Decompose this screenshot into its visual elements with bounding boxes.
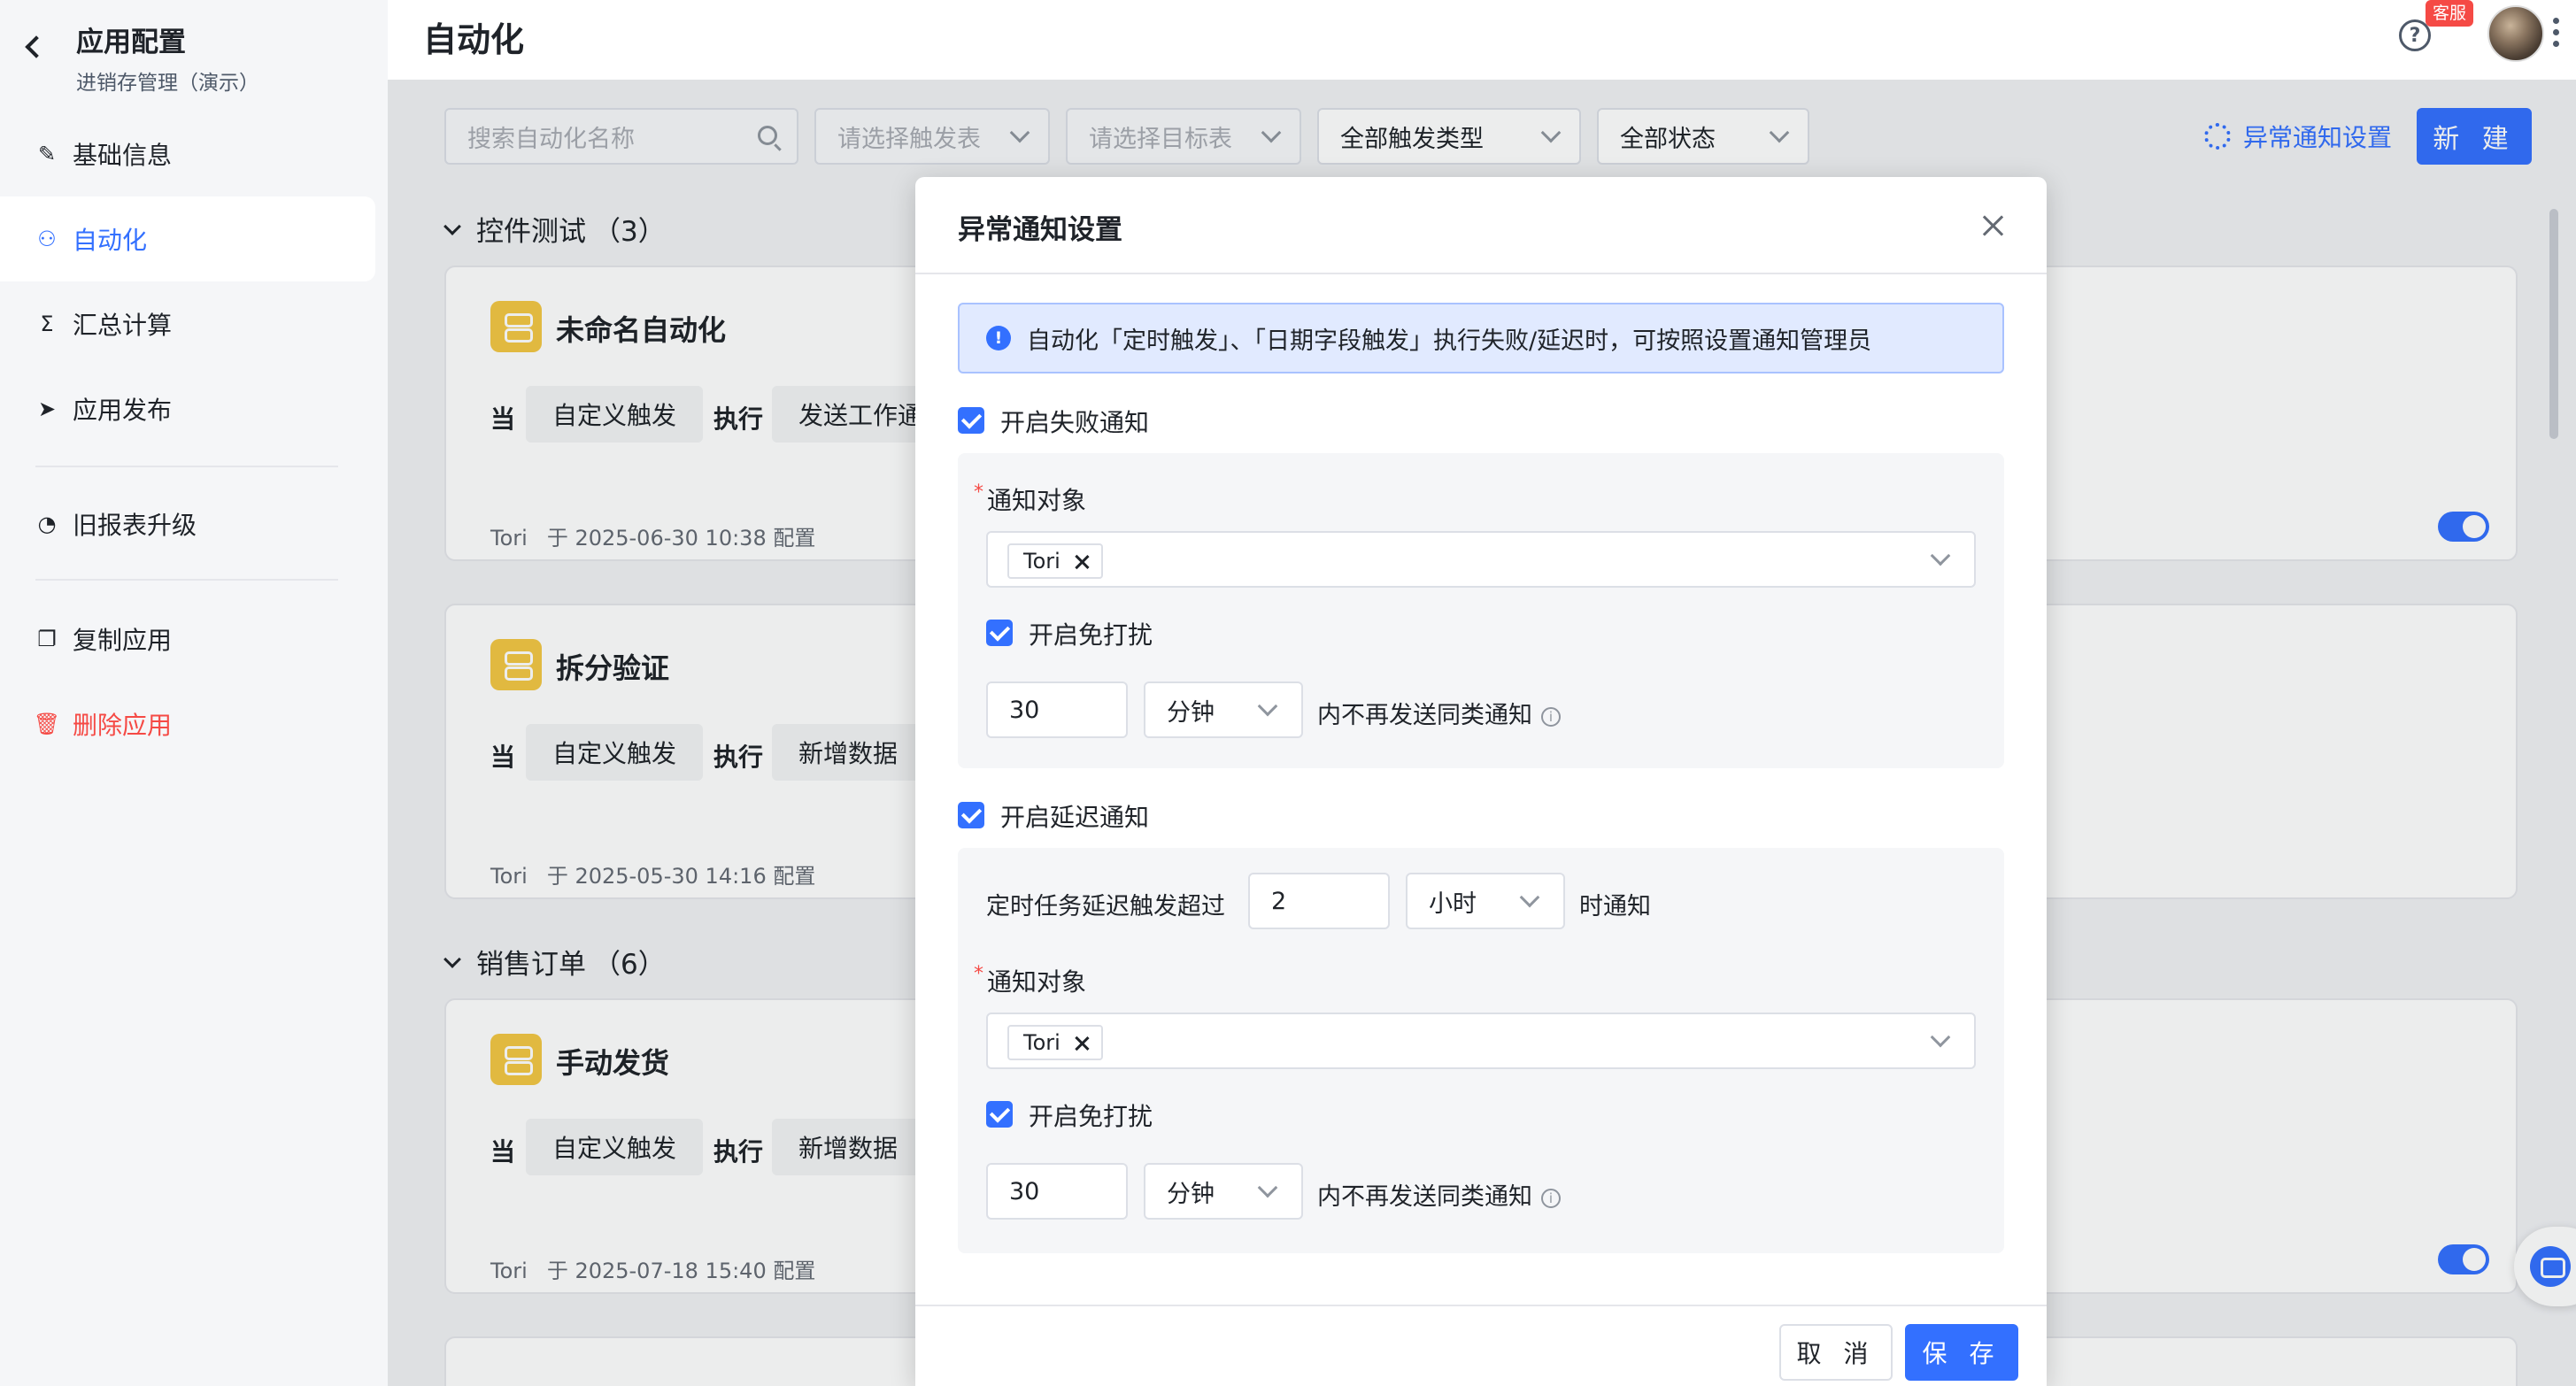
- trash-icon: 🗑: [33, 712, 61, 736]
- sidebar-item-label: 旧报表升级: [73, 511, 197, 540]
- failure-notify-panel: * 通知对象 Tori 开启免打扰 30 分钟 内不再发送同类通知 i: [958, 453, 2004, 768]
- more-vertical-icon[interactable]: [2553, 14, 2562, 58]
- tag-text: Tori: [1023, 1030, 1060, 1055]
- delay-dnd-label: 开启免打扰: [1029, 1102, 1153, 1131]
- chevron-down-icon: [1519, 887, 1540, 908]
- edit-icon: ✎: [37, 142, 57, 166]
- sidebar-item-label: 删除应用: [73, 711, 173, 740]
- back-arrow-icon[interactable]: [19, 27, 44, 62]
- info-icon: !: [986, 326, 1011, 350]
- delay-threshold-unit-select[interactable]: 小时: [1406, 873, 1565, 929]
- tag-text: Tori: [1023, 549, 1060, 574]
- alert-text: 自动化「定时触发」、「日期字段触发」执行失败/延迟时，可按照设置通知管理员: [1027, 327, 1872, 355]
- failure-dnd-label: 开启免打扰: [1029, 620, 1153, 650]
- delay-threshold-suffix: 时通知: [1579, 893, 1651, 920]
- sidebar-divider: [35, 466, 338, 467]
- sidebar-item-basic-info[interactable]: ✎ 基础信息: [0, 112, 375, 196]
- modal-title: 异常通知设置: [958, 214, 1122, 246]
- page-title: 自动化: [423, 20, 525, 59]
- failure-target-label: * 通知对象: [974, 481, 1087, 515]
- copy-icon: ❐: [37, 627, 57, 651]
- unit-value: 分钟: [1167, 1180, 1215, 1208]
- app-name-subtitle: 进销存管理（演示）: [76, 72, 259, 95]
- avatar[interactable]: [2487, 5, 2544, 62]
- sidebar-item-summary[interactable]: Σ 汇总计算: [0, 281, 375, 366]
- user-tag: Tori: [1007, 1025, 1103, 1060]
- modal-footer-divider: [915, 1305, 2047, 1306]
- sidebar-divider: [35, 579, 338, 581]
- chevron-down-icon: [1930, 1027, 1951, 1048]
- save-button[interactable]: 保 存: [1905, 1324, 2018, 1381]
- failure-dnd-checkbox[interactable]: [986, 620, 1013, 646]
- info-circle-icon[interactable]: i: [1541, 706, 1561, 727]
- delay-target-label: * 通知对象: [974, 963, 1087, 997]
- unit-value: 分钟: [1167, 698, 1215, 727]
- close-icon[interactable]: [1979, 212, 2008, 241]
- delay-dnd-suffix: 内不再发送同类通知 i: [1317, 1177, 1561, 1212]
- failure-target-select[interactable]: Tori: [986, 531, 1976, 588]
- delay-notify-label: 开启延迟通知: [1000, 803, 1150, 832]
- failure-notify-checkbox[interactable]: [958, 407, 984, 434]
- sidebar-item-automation[interactable]: ⚇ 自动化: [0, 196, 375, 281]
- failure-dnd-suffix: 内不再发送同类通知 i: [1317, 696, 1561, 730]
- sidebar-item-label: 应用发布: [73, 396, 173, 425]
- info-alert: ! 自动化「定时触发」、「日期字段触发」执行失败/延迟时，可按照设置通知管理员: [958, 303, 2004, 373]
- failure-dnd-unit-select[interactable]: 分钟: [1144, 681, 1303, 738]
- sidebar-item-label: 基础信息: [73, 141, 173, 170]
- sidebar-item-publish[interactable]: ➤ 应用发布: [0, 366, 375, 451]
- support-badge[interactable]: 客服: [2426, 0, 2474, 27]
- sidebar: 应用配置 进销存管理（演示） ✎ 基础信息 ⚇ 自动化 Σ 汇总计算 ➤ 应用发…: [0, 0, 388, 1386]
- sidebar-item-label: 汇总计算: [73, 311, 173, 340]
- send-icon: ➤: [37, 397, 57, 421]
- chevron-down-icon: [1930, 545, 1951, 566]
- cancel-button[interactable]: 取 消: [1779, 1324, 1893, 1381]
- top-header: 自动化 ? 客服: [388, 0, 2576, 80]
- failure-notify-label: 开启失败通知: [1000, 408, 1150, 437]
- app-config-title: 应用配置: [76, 27, 186, 58]
- chevron-down-icon: [1257, 696, 1278, 717]
- label-text: 通知对象: [987, 967, 1087, 997]
- sidebar-item-copy-app[interactable]: ❐ 复制应用: [0, 597, 375, 681]
- delay-notify-panel: 定时任务延迟触发超过 2 小时 时通知 * 通知对象 Tori 开启免打扰 30 …: [958, 848, 2004, 1253]
- info-circle-icon[interactable]: i: [1541, 1188, 1561, 1208]
- sidebar-item-label: 复制应用: [73, 626, 173, 655]
- delay-threshold-prefix: 定时任务延迟触发超过: [986, 893, 1225, 920]
- suffix-text: 内不再发送同类通知: [1317, 1183, 1532, 1211]
- delay-notify-checkbox[interactable]: [958, 802, 984, 828]
- suffix-text: 内不再发送同类通知: [1317, 702, 1532, 729]
- delay-dnd-unit-select[interactable]: 分钟: [1144, 1163, 1303, 1220]
- sidebar-item-label: 自动化: [73, 226, 148, 255]
- user-tag: Tori: [1007, 543, 1103, 579]
- flow-icon: ⚇: [37, 227, 57, 251]
- chevron-down-icon: [1257, 1177, 1278, 1198]
- unit-value: 小时: [1429, 889, 1477, 918]
- delay-target-select[interactable]: Tori: [986, 1013, 1976, 1069]
- sigma-icon: Σ: [40, 312, 54, 336]
- delay-dnd-minutes-input[interactable]: 30: [986, 1163, 1128, 1220]
- delay-threshold-input[interactable]: 2: [1248, 873, 1390, 929]
- delay-dnd-checkbox[interactable]: [986, 1101, 1013, 1128]
- sidebar-item-delete-app[interactable]: 🗑 删除应用: [0, 681, 375, 766]
- chart-pie-icon: ◔: [37, 512, 57, 536]
- failure-dnd-minutes-input[interactable]: 30: [986, 681, 1128, 738]
- notify-settings-modal: 异常通知设置 ! 自动化「定时触发」、「日期字段触发」执行失败/延迟时，可按照设…: [915, 177, 2047, 1386]
- tag-close-icon[interactable]: [1073, 553, 1091, 571]
- label-text: 通知对象: [987, 486, 1087, 515]
- tag-close-icon[interactable]: [1073, 1035, 1091, 1052]
- sidebar-item-report-upgrade[interactable]: ◔ 旧报表升级: [0, 481, 375, 566]
- modal-divider: [915, 273, 2047, 274]
